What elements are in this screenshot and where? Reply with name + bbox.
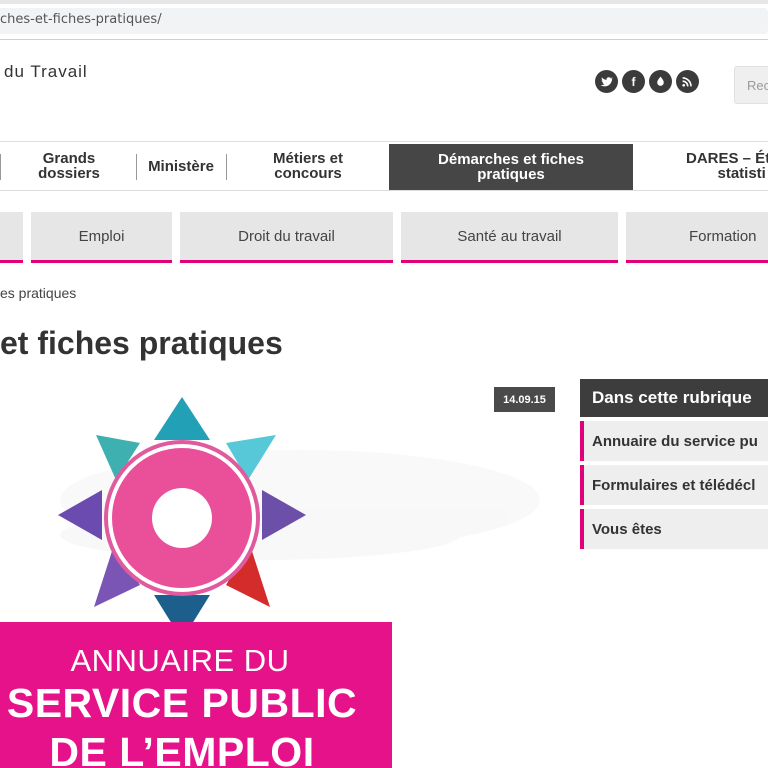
nav-separator: [0, 154, 1, 180]
search-field[interactable]: [734, 66, 768, 104]
sidebar-item-label: Formulaires et télédécl: [592, 476, 756, 494]
nav-item-metiers-concours[interactable]: Métiers et concours: [227, 142, 389, 190]
nav-item-demarches-fiches[interactable]: Démarches et fiches pratiques: [389, 144, 633, 190]
banner-line-1: ANNUAIRE DU: [70, 643, 290, 678]
address-bar-text[interactable]: ches-et-fiches-pratiques/: [0, 12, 162, 27]
sidebar-item-annuaire[interactable]: Annuaire du service pu: [580, 421, 768, 461]
facebook-icon[interactable]: f: [622, 70, 645, 93]
subnav-item-partial[interactable]: [0, 212, 23, 263]
subnav-item-emploi[interactable]: Emploi: [31, 212, 172, 263]
facebook-icon-glyph: f: [631, 74, 636, 89]
banner-line-2: SERVICE PUBLIC: [6, 680, 358, 726]
nav-item-grands-dossiers[interactable]: Grands dossiers: [4, 142, 134, 190]
main-navigation: Grands dossiers Ministère Métiers et conco…: [0, 141, 768, 191]
twitter-icon[interactable]: [595, 70, 618, 93]
subnav-item-droit-du-travail[interactable]: Droit du travail: [180, 212, 393, 263]
browser-toolbar: ches-et-fiches-pratiques/: [0, 0, 768, 40]
subnav-label: Emploi: [78, 227, 125, 245]
flickr-icon[interactable]: [649, 70, 672, 93]
nav-label: concours: [274, 165, 342, 182]
nav-item-dares[interactable]: DARES – Étustatisti: [666, 142, 768, 190]
subnav-item-formation[interactable]: Formation: [626, 212, 768, 263]
rss-icon[interactable]: [676, 70, 699, 93]
nav-label: dossiers: [38, 165, 100, 182]
subnav-item-sante-au-travail[interactable]: Santé au travail: [401, 212, 618, 263]
subnav-label: Santé au travail: [457, 227, 562, 245]
sidebar-item-formulaires[interactable]: Formulaires et télédécl: [580, 465, 768, 505]
breadcrumb[interactable]: es pratiques: [0, 285, 76, 301]
nav-item-ministere[interactable]: Ministère: [137, 142, 225, 190]
sidebar-item-label: Vous êtes: [592, 520, 662, 538]
banner-line-3: DE L’EMPLOI: [49, 729, 315, 768]
feature-image[interactable]: ANNUAIRE DU SERVICE PUBLIC DE L’EMPLOI: [0, 385, 560, 768]
sidebar-item-vous-etes[interactable]: Vous êtes: [580, 509, 768, 549]
site-name[interactable]: du Travail: [4, 62, 88, 82]
annuaire-banner: ANNUAIRE DU SERVICE PUBLIC DE L’EMPLOI: [0, 622, 392, 768]
sidebar-heading: Dans cette rubrique: [580, 379, 768, 417]
sidebar-item-label: Annuaire du service pu: [592, 432, 758, 450]
nav-label: statisti: [717, 165, 766, 182]
page-title: et fiches pratiques: [0, 325, 283, 361]
search-input[interactable]: [735, 67, 768, 103]
nav-label: Ministère: [148, 157, 214, 175]
nav-label: pratiques: [477, 166, 545, 183]
subnav-label: Droit du travail: [238, 227, 335, 245]
date-badge: 14.09.15: [494, 387, 555, 412]
subnav-label: Formation: [689, 227, 757, 245]
